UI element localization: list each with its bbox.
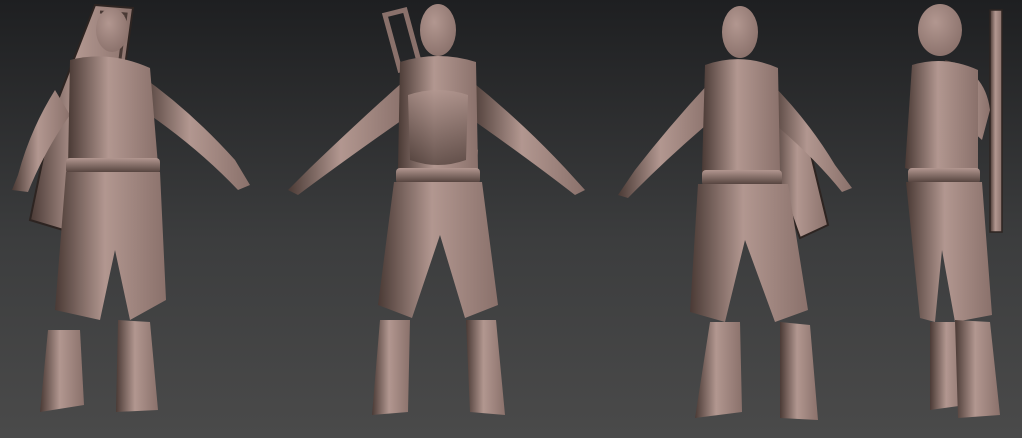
render-viewport: [0, 0, 1022, 438]
character-turnaround-render: [0, 0, 1022, 438]
